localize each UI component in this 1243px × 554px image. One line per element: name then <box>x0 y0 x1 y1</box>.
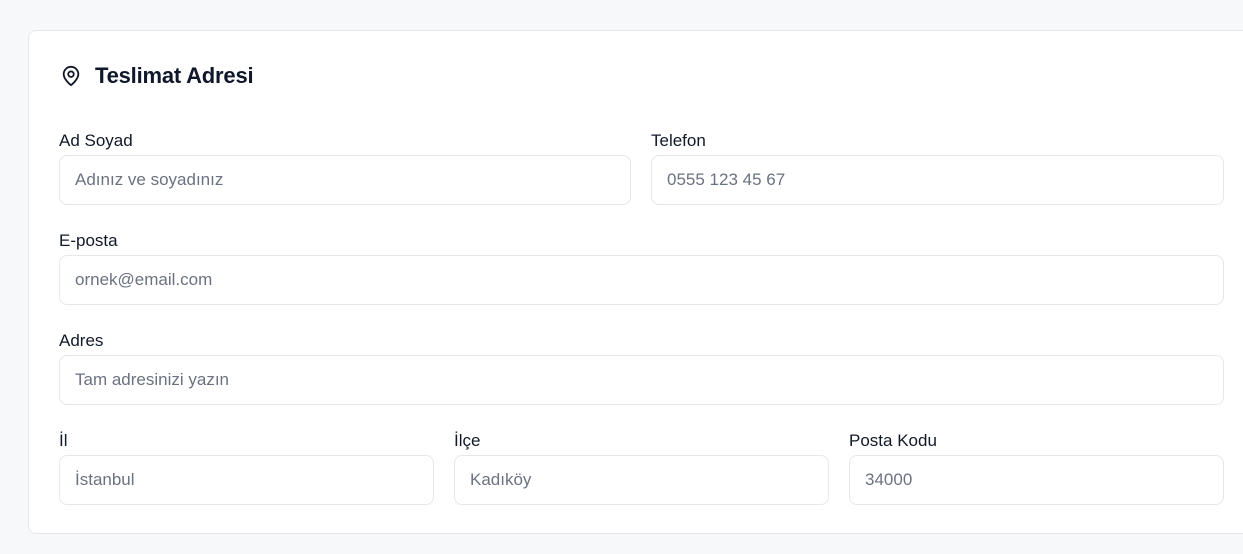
card-header: Teslimat Adresi <box>59 63 254 89</box>
city-input[interactable] <box>59 455 434 505</box>
delivery-address-card: Teslimat Adresi Ad Soyad Telefon E-posta… <box>28 30 1243 534</box>
postal-code-input[interactable] <box>849 455 1224 505</box>
city-group: İl <box>59 430 434 505</box>
district-input[interactable] <box>454 455 829 505</box>
district-group: İlçe <box>454 430 829 505</box>
full-name-group: Ad Soyad <box>59 130 631 205</box>
city-label: İl <box>59 431 68 450</box>
postal-code-label: Posta Kodu <box>849 431 937 450</box>
map-pin-icon <box>59 64 83 88</box>
full-name-input[interactable] <box>59 155 631 205</box>
address-group: Adres <box>59 330 1224 405</box>
phone-input[interactable] <box>651 155 1224 205</box>
email-input[interactable] <box>59 255 1224 305</box>
phone-label: Telefon <box>651 131 706 150</box>
postal-code-group: Posta Kodu <box>849 430 1224 505</box>
email-label: E-posta <box>59 231 118 250</box>
address-input[interactable] <box>59 355 1224 405</box>
email-group: E-posta <box>59 230 1224 305</box>
phone-group: Telefon <box>651 130 1224 205</box>
district-label: İlçe <box>454 431 481 450</box>
address-label: Adres <box>59 331 104 350</box>
card-title: Teslimat Adresi <box>95 63 254 88</box>
full-name-label: Ad Soyad <box>59 131 133 150</box>
